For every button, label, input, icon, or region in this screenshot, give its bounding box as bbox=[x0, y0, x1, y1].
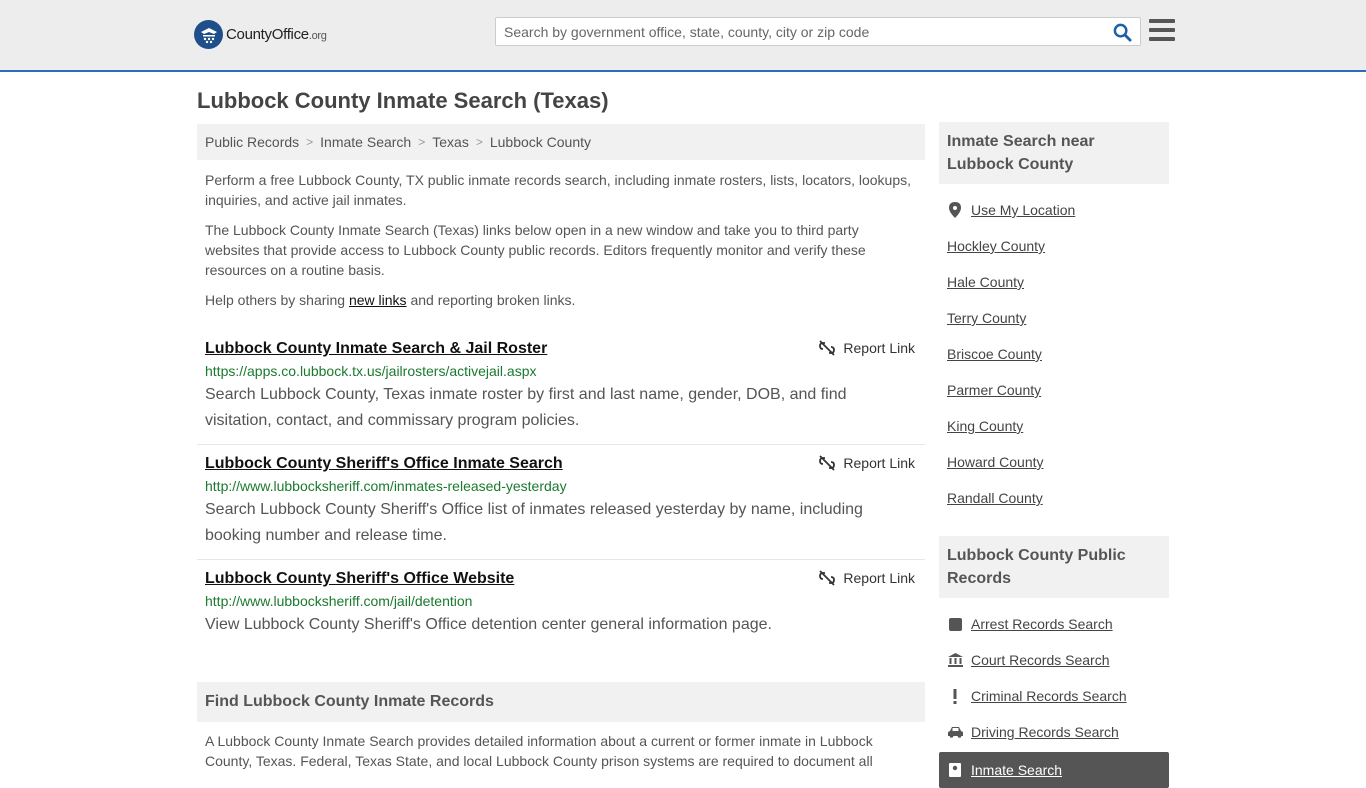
page-title: Lubbock County Inmate Search (Texas) bbox=[197, 88, 609, 113]
county-link[interactable]: Hockley County bbox=[947, 238, 1045, 254]
sidebar-item-hockley[interactable]: Hockley County bbox=[947, 228, 1161, 264]
result-description: Search Lubbock County, Texas inmate rost… bbox=[205, 386, 847, 429]
hamburger-menu-icon[interactable] bbox=[1149, 19, 1175, 43]
records-link[interactable]: Arrest Records Search bbox=[971, 616, 1113, 632]
breadcrumb-lubbock-county: Lubbock County bbox=[489, 134, 592, 150]
intro-paragraph-1: Perform a free Lubbock County, TX public… bbox=[205, 172, 912, 208]
exclamation-icon bbox=[947, 688, 963, 704]
site-logo[interactable]: CountyOffice.org bbox=[194, 20, 327, 49]
result-title-link[interactable]: Lubbock County Sheriff's Office Inmate S… bbox=[205, 453, 563, 475]
result-description: Search Lubbock County Sheriff's Office l… bbox=[205, 501, 863, 544]
result-url: https://apps.co.lubbock.tx.us/jailroster… bbox=[205, 363, 537, 379]
breadcrumb-separator-icon: > bbox=[306, 135, 314, 149]
result-url: http://www.lubbocksheriff.com/jail/deten… bbox=[205, 593, 473, 609]
records-link[interactable]: Inmate Search bbox=[971, 762, 1062, 778]
county-link[interactable]: Hale County bbox=[947, 274, 1024, 290]
sidebar-item-criminal-records[interactable]: Criminal Records Search bbox=[947, 678, 1161, 714]
public-records-list: Arrest Records Search Court Records Sear… bbox=[939, 598, 1169, 750]
courthouse-icon bbox=[947, 652, 963, 668]
county-link[interactable]: Randall County bbox=[947, 490, 1043, 506]
sidebar-item-king[interactable]: King County bbox=[947, 408, 1161, 444]
logo-text: CountyOffice.org bbox=[226, 26, 327, 43]
broken-link-icon bbox=[819, 340, 836, 356]
report-link-button[interactable]: Report Link bbox=[819, 340, 915, 356]
result-url: http://www.lubbocksheriff.com/inmates-re… bbox=[205, 478, 567, 494]
report-link-label: Report Link bbox=[843, 340, 915, 356]
county-link[interactable]: Terry County bbox=[947, 310, 1026, 326]
breadcrumb-inmate-search[interactable]: Inmate Search bbox=[320, 134, 411, 150]
main-content: Public Records > Inmate Search > Texas >… bbox=[197, 124, 925, 771]
breadcrumb-separator-icon: > bbox=[418, 135, 426, 149]
inmate-icon bbox=[947, 762, 963, 778]
breadcrumb-public-records[interactable]: Public Records bbox=[205, 134, 299, 150]
result-title-link[interactable]: Lubbock County Sheriff's Office Website bbox=[205, 568, 514, 590]
car-icon bbox=[947, 724, 963, 740]
result-item: Lubbock County Inmate Search & Jail Rost… bbox=[197, 330, 925, 445]
site-header: CountyOffice.org bbox=[0, 0, 1366, 72]
county-link[interactable]: King County bbox=[947, 418, 1023, 434]
square-icon bbox=[947, 616, 963, 632]
breadcrumb-separator-icon: > bbox=[475, 135, 483, 149]
find-records-heading: Find Lubbock County Inmate Records bbox=[197, 682, 925, 722]
logo-badge-icon bbox=[194, 20, 223, 49]
sidebar-item-driving-records[interactable]: Driving Records Search bbox=[947, 714, 1161, 750]
breadcrumb-texas[interactable]: Texas bbox=[432, 134, 469, 150]
breadcrumb: Public Records > Inmate Search > Texas >… bbox=[197, 124, 925, 160]
sidebar-item-terry[interactable]: Terry County bbox=[947, 300, 1161, 336]
sidebar-item-court-records[interactable]: Court Records Search bbox=[947, 642, 1161, 678]
county-link[interactable]: Howard County bbox=[947, 454, 1044, 470]
location-pin-icon bbox=[947, 202, 963, 218]
county-link[interactable]: Briscoe County bbox=[947, 346, 1042, 362]
intro-paragraph-3: Help others by sharing new links and rep… bbox=[205, 292, 576, 308]
result-item: Lubbock County Sheriff's Office Website … bbox=[197, 560, 925, 648]
sidebar-item-howard[interactable]: Howard County bbox=[947, 444, 1161, 480]
search-input[interactable] bbox=[496, 18, 1096, 45]
sidebar-item-arrest-records[interactable]: Arrest Records Search bbox=[947, 606, 1161, 642]
broken-link-icon bbox=[819, 455, 836, 471]
sidebar: Inmate Search near Lubbock County Use My… bbox=[939, 122, 1169, 788]
records-link[interactable]: Court Records Search bbox=[971, 652, 1110, 668]
use-location-item[interactable]: Use My Location bbox=[947, 192, 1161, 228]
new-links-link[interactable]: new links bbox=[349, 292, 407, 308]
report-link-button[interactable]: Report Link bbox=[819, 455, 915, 471]
result-title-link[interactable]: Lubbock County Inmate Search & Jail Rost… bbox=[205, 338, 547, 360]
records-link[interactable]: Criminal Records Search bbox=[971, 688, 1127, 704]
sidebar-item-hale[interactable]: Hale County bbox=[947, 264, 1161, 300]
result-item: Lubbock County Sheriff's Office Inmate S… bbox=[197, 445, 925, 560]
broken-link-icon bbox=[819, 570, 836, 586]
use-location-link[interactable]: Use My Location bbox=[971, 202, 1075, 218]
intro-paragraph-2: The Lubbock County Inmate Search (Texas)… bbox=[205, 222, 866, 278]
search-icon[interactable] bbox=[1113, 23, 1132, 42]
report-link-button[interactable]: Report Link bbox=[819, 570, 915, 586]
result-description: View Lubbock County Sheriff's Office det… bbox=[205, 616, 772, 633]
nearby-list: Use My Location Hockley County Hale Coun… bbox=[939, 184, 1169, 516]
records-link[interactable]: Driving Records Search bbox=[971, 724, 1119, 740]
sidebar-item-briscoe[interactable]: Briscoe County bbox=[947, 336, 1161, 372]
public-records-heading: Lubbock County Public Records bbox=[939, 536, 1169, 598]
sidebar-item-randall[interactable]: Randall County bbox=[947, 480, 1161, 516]
intro-text: Perform a free Lubbock County, TX public… bbox=[197, 170, 925, 310]
county-link[interactable]: Parmer County bbox=[947, 382, 1041, 398]
nearby-heading: Inmate Search near Lubbock County bbox=[939, 122, 1169, 184]
find-records-text: A Lubbock County Inmate Search provides … bbox=[205, 733, 873, 769]
sidebar-item-inmate-search-active[interactable]: Inmate Search bbox=[939, 752, 1169, 788]
report-link-label: Report Link bbox=[843, 570, 915, 586]
report-link-label: Report Link bbox=[843, 455, 915, 471]
search-box bbox=[495, 17, 1141, 46]
sidebar-item-parmer[interactable]: Parmer County bbox=[947, 372, 1161, 408]
